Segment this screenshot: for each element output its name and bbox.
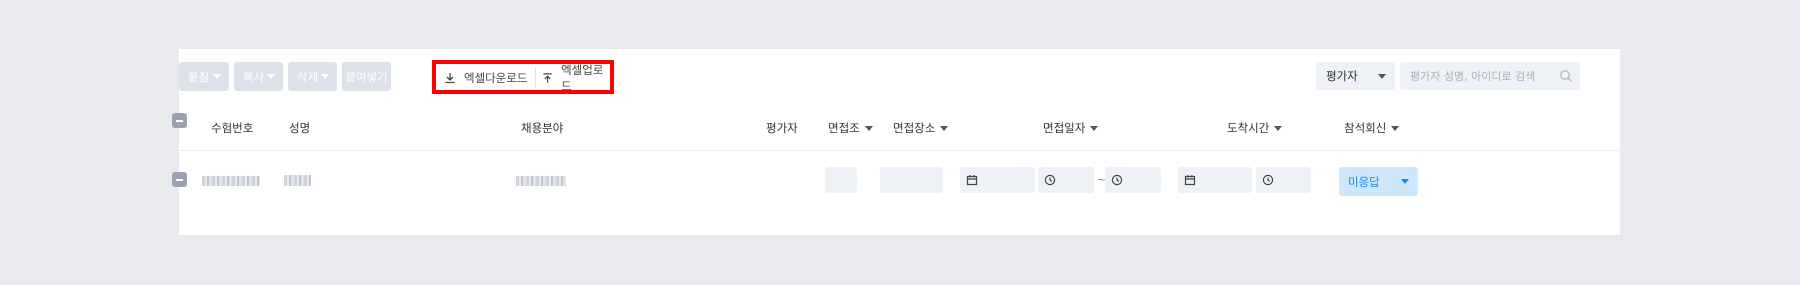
search-icon[interactable] <box>1559 69 1573 83</box>
insert-button[interactable]: 붙여넣기 <box>342 62 391 91</box>
interview-date-input[interactable] <box>960 167 1035 193</box>
col-group-label: 면접조 <box>828 121 860 135</box>
col-arrival-label: 도착시간 <box>1227 121 1270 135</box>
col-exam-number-label: 수험번호 <box>211 121 254 135</box>
chevron-down-icon <box>321 74 329 79</box>
interview-group-input[interactable] <box>825 167 857 193</box>
chevron-down-icon <box>1401 179 1409 184</box>
arrival-time-input[interactable] <box>1256 167 1311 193</box>
search-filter-select[interactable]: 평가자 <box>1316 62 1395 90</box>
row-checkbox[interactable] <box>172 172 187 187</box>
excel-download-label: 엑셀다운로드 <box>464 71 528 85</box>
col-name: 성명 <box>289 120 310 136</box>
insert-label: 붙여넣기 <box>345 69 388 84</box>
col-attend-label: 참석회신 <box>1344 121 1387 135</box>
chevron-down-icon <box>267 74 275 79</box>
sort-down-icon <box>1274 125 1283 131</box>
chevron-down-icon <box>1378 74 1386 79</box>
interview-schedule-panel: 붙침 복사 삭제 붙여넣기 엑셀다운로드 엑셀업로드 평가자 평가자 성명, 아… <box>172 49 1620 235</box>
col-exam-number: 수험번호 <box>211 120 253 136</box>
col-arrival-time-sort[interactable]: 도착시간 <box>1227 120 1283 136</box>
excel-button-group-highlighted: 엑셀다운로드 엑셀업로드 <box>432 60 614 94</box>
col-name-label: 성명 <box>289 121 311 135</box>
sort-down-icon <box>864 125 873 131</box>
excel-upload-button[interactable]: 엑셀업로드 <box>542 63 610 93</box>
col-field-label: 채용분야 <box>521 121 564 135</box>
calendar-icon <box>966 175 978 186</box>
sort-down-icon <box>940 125 949 131</box>
upload-icon <box>543 73 552 83</box>
attendance-response-select[interactable]: 미응답 <box>1339 167 1418 196</box>
attendance-value: 미응답 <box>1348 174 1380 189</box>
sort-down-icon <box>1090 125 1099 131</box>
col-field: 채용분야 <box>521 120 563 136</box>
col-interview-group-sort[interactable]: 면접조 <box>828 120 873 136</box>
col-evaluator-label: 평가자 <box>766 121 798 135</box>
col-evaluator: 평가자 <box>766 120 798 136</box>
copy-dropdown-button[interactable]: 복사 <box>234 62 283 91</box>
col-attendance-sort[interactable]: 참석회신 <box>1344 120 1400 136</box>
copy-label: 복사 <box>243 69 265 84</box>
excel-upload-label: 엑셀업로드 <box>561 63 604 93</box>
clock-icon <box>1262 174 1274 186</box>
filter-selected-label: 평가자 <box>1326 69 1358 83</box>
blurred-exam-number <box>202 176 260 186</box>
calendar-icon <box>1184 175 1196 186</box>
header-divider <box>179 150 1620 151</box>
search-input[interactable] <box>1400 62 1550 90</box>
clock-icon <box>1044 174 1056 186</box>
paste-label: 붙침 <box>188 69 210 84</box>
delete-label: 삭제 <box>297 69 319 84</box>
sort-down-icon <box>1391 125 1400 131</box>
interview-start-time-input[interactable] <box>1038 167 1094 193</box>
arrival-date-input[interactable] <box>1178 167 1252 193</box>
interview-end-time-input[interactable] <box>1105 167 1161 193</box>
col-place-label: 면접장소 <box>893 121 936 135</box>
toolbar-divider <box>535 67 536 89</box>
select-all-checkbox[interactable] <box>172 113 187 128</box>
search-box <box>1400 62 1580 90</box>
col-date-label: 면접일자 <box>1043 121 1086 135</box>
download-icon <box>445 73 455 84</box>
delete-dropdown-button[interactable]: 삭제 <box>288 62 337 91</box>
col-interview-date-sort[interactable]: 면접일자 <box>1043 120 1099 136</box>
excel-download-button[interactable]: 엑셀다운로드 <box>444 67 527 89</box>
blurred-name <box>284 175 311 186</box>
clock-icon <box>1111 174 1123 186</box>
interview-place-input[interactable] <box>880 167 943 193</box>
chevron-down-icon <box>213 74 221 79</box>
paste-dropdown-button[interactable]: 붙침 <box>179 62 229 91</box>
blurred-field <box>516 176 566 186</box>
col-interview-place-sort[interactable]: 면접장소 <box>893 120 949 136</box>
